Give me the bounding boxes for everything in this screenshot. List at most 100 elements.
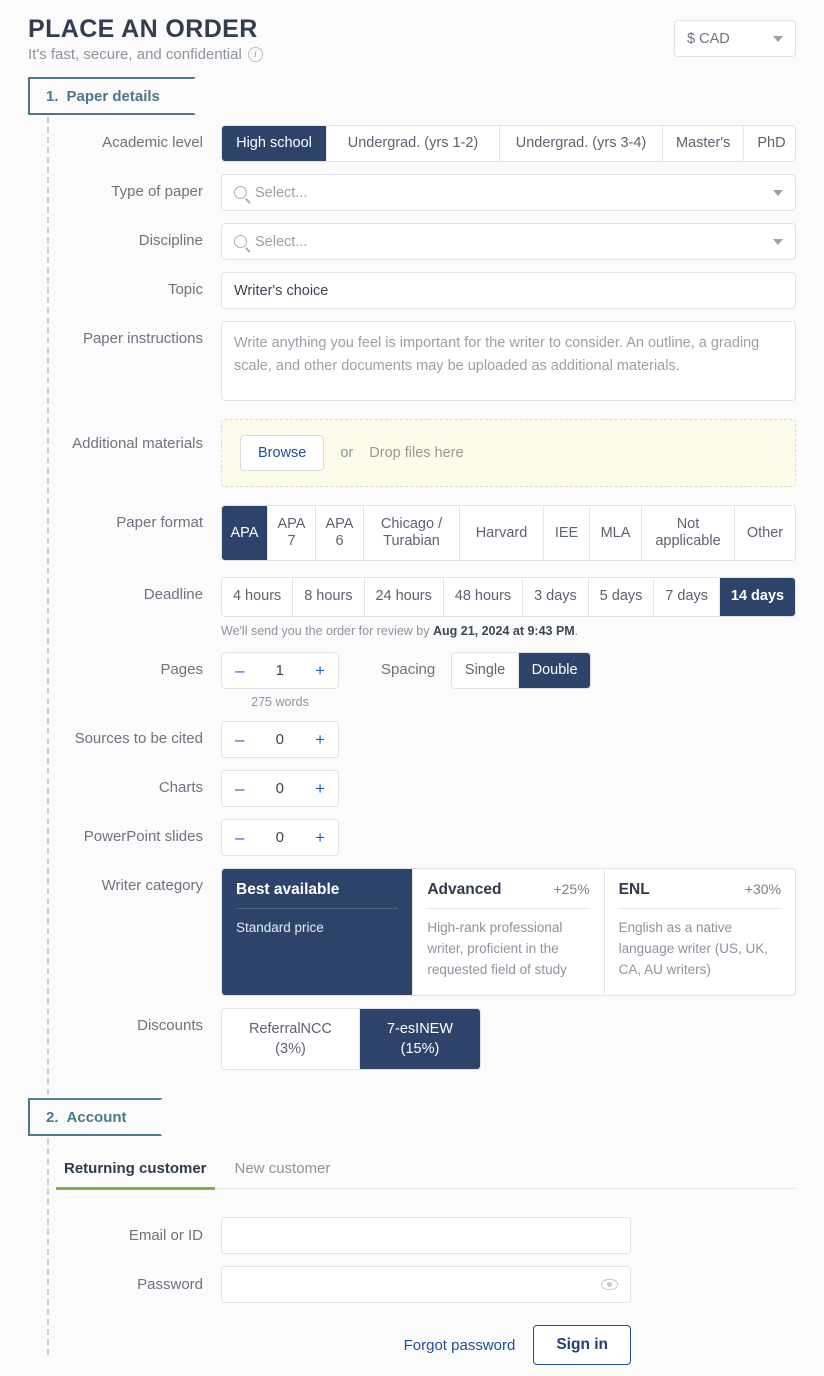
row-slides: PowerPoint slides – 0 + — [28, 818, 796, 856]
slides-increment-button[interactable]: + — [315, 829, 325, 846]
spacing-option[interactable]: Double — [518, 652, 591, 689]
deadline-option[interactable]: 24 hours — [364, 578, 444, 616]
label-spacing: Spacing — [381, 660, 436, 678]
discount-pct: (15%) — [400, 1040, 440, 1057]
deadline-note-date: Aug 21, 2024 at 9:43 PM — [432, 623, 575, 638]
currency-selector[interactable]: $ CAD — [674, 20, 796, 57]
discipline-select[interactable]: Select... — [221, 223, 796, 261]
writer-category-title: ENL — [618, 880, 650, 898]
charts-stepper[interactable]: – 0 + — [221, 769, 339, 807]
label-paper-instructions: Paper instructions — [82, 330, 203, 348]
discount-pct: (3%) — [275, 1040, 306, 1057]
label-sources: Sources to be cited — [74, 729, 203, 747]
paper-format-group: APA APA 7 APA 6 Chicago / Turabian Harva… — [221, 505, 796, 562]
paper-format-option[interactable]: IEE — [544, 506, 590, 561]
eye-icon[interactable] — [601, 1279, 618, 1291]
tab-returning-customer[interactable]: Returning customer — [56, 1160, 215, 1191]
paper-instructions-textarea[interactable]: Write anything you feel is important for… — [221, 321, 796, 402]
discounts-group: ReferralNCC (3%) 7-esINEW (15%) — [221, 1007, 481, 1071]
browse-button[interactable]: Browse — [240, 435, 325, 472]
label-writer-category: Writer category — [101, 876, 203, 894]
signin-form: Email or ID Password Forgot password Sig… — [28, 1217, 796, 1366]
paper-format-option[interactable]: Other — [735, 506, 795, 561]
pages-word-count: 275 words — [251, 694, 309, 709]
deadline-option[interactable]: 7 days — [654, 578, 720, 616]
pages-decrement-button[interactable]: – — [235, 662, 244, 679]
paper-details-form: Academic level High school Undergrad. (y… — [0, 125, 824, 1071]
sources-decrement-button[interactable]: – — [235, 731, 244, 748]
writer-category-card[interactable]: Best available Standard price — [222, 868, 414, 995]
deadline-option[interactable]: 8 hours — [293, 578, 365, 616]
discount-option[interactable]: 7-esINEW (15%) — [359, 1008, 480, 1070]
deadline-option[interactable]: 4 hours — [222, 578, 294, 616]
deadline-group: 4 hours 8 hours 24 hours 48 hours 3 days… — [221, 577, 796, 617]
academic-level-option[interactable]: High school — [222, 126, 327, 162]
deadline-option[interactable]: 48 hours — [443, 578, 524, 616]
pages-increment-button[interactable]: + — [315, 662, 325, 679]
pages-stepper[interactable]: – 1 + — [221, 651, 339, 689]
charts-value: 0 — [275, 779, 284, 797]
spacing-option[interactable]: Single — [452, 652, 519, 689]
label-pages: Pages — [160, 660, 203, 678]
sources-value: 0 — [275, 730, 284, 748]
deadline-note-suffix: . — [574, 623, 579, 638]
row-email: Email or ID — [28, 1217, 796, 1255]
step-2-number: 2. — [46, 1108, 59, 1126]
sources-increment-button[interactable]: + — [315, 731, 325, 748]
forgot-password-link[interactable]: Forgot password — [404, 1337, 516, 1354]
chevron-down-icon — [773, 35, 783, 42]
topic-input[interactable]: Writer's choice — [221, 272, 796, 310]
academic-level-group: High school Undergrad. (yrs 1-2) Undergr… — [221, 125, 796, 163]
currency-value: $ CAD — [687, 30, 730, 47]
academic-level-option[interactable]: Master's — [663, 126, 745, 162]
deadline-option[interactable]: 5 days — [588, 578, 655, 616]
row-writer-category: Writer category Best available Standard … — [28, 867, 796, 996]
chevron-down-icon — [773, 189, 783, 196]
email-field[interactable] — [221, 1217, 631, 1255]
paper-format-option[interactable]: Chicago / Turabian — [364, 506, 460, 561]
slides-decrement-button[interactable]: – — [235, 829, 244, 846]
row-type-of-paper: Type of paper Select... — [28, 174, 796, 212]
additional-materials-dropzone[interactable]: Browse or Drop files here — [221, 419, 796, 488]
academic-level-option[interactable]: Undergrad. (yrs 3-4) — [500, 126, 663, 162]
row-topic: Topic Writer's choice — [28, 272, 796, 310]
label-slides: PowerPoint slides — [83, 827, 203, 845]
discipline-placeholder: Select... — [255, 233, 308, 250]
academic-level-option[interactable]: Undergrad. (yrs 1-2) — [327, 126, 500, 162]
tab-new-customer[interactable]: New customer — [235, 1160, 331, 1188]
label-academic-level: Academic level — [102, 134, 203, 151]
paper-format-option[interactable]: Harvard — [460, 506, 544, 561]
writer-category-group: Best available Standard price Advanced +… — [221, 867, 796, 996]
signin-actions: Forgot password Sign in — [28, 1325, 631, 1366]
search-icon — [234, 186, 247, 200]
paper-format-option[interactable]: APA — [222, 506, 268, 561]
deadline-option[interactable]: 3 days — [523, 578, 589, 616]
label-additional-materials: Additional materials — [72, 435, 203, 453]
dropzone-or-label: or — [340, 445, 354, 462]
account-section: Returning customer New customer Email or… — [0, 1160, 824, 1366]
discount-option[interactable]: ReferralNCC (3%) — [222, 1008, 360, 1070]
academic-level-option[interactable]: PhD — [744, 126, 795, 162]
writer-category-card[interactable]: ENL +30% English as a native language wr… — [605, 869, 795, 995]
sources-stepper[interactable]: – 0 + — [221, 720, 339, 758]
paper-format-option[interactable]: Not applicable — [642, 506, 735, 561]
step-1-paper-details[interactable]: 1. Paper details — [28, 77, 196, 115]
paper-format-option[interactable]: APA 7 — [268, 506, 316, 561]
step-2-account[interactable]: 2. Account — [28, 1098, 163, 1136]
info-icon[interactable]: i — [247, 47, 263, 62]
writer-category-card[interactable]: Advanced +25% High-rank professional wri… — [413, 868, 605, 995]
password-field[interactable] — [221, 1266, 631, 1304]
sign-in-button[interactable]: Sign in — [533, 1325, 631, 1366]
slides-stepper[interactable]: – 0 + — [221, 818, 339, 856]
charts-decrement-button[interactable]: – — [235, 780, 244, 797]
paper-format-option[interactable]: MLA — [590, 506, 642, 561]
step-1-label: Paper details — [66, 87, 160, 105]
paper-format-option[interactable]: APA 6 — [316, 506, 364, 561]
charts-increment-button[interactable]: + — [315, 780, 325, 797]
type-of-paper-select[interactable]: Select... — [221, 174, 796, 212]
row-deadline: Deadline 4 hours 8 hours 24 hours 48 hou… — [28, 577, 796, 638]
row-sources: Sources to be cited – 0 + — [28, 720, 796, 758]
label-email: Email or ID — [128, 1227, 203, 1245]
topic-value: Writer's choice — [234, 282, 329, 299]
deadline-option[interactable]: 14 days — [719, 578, 795, 616]
